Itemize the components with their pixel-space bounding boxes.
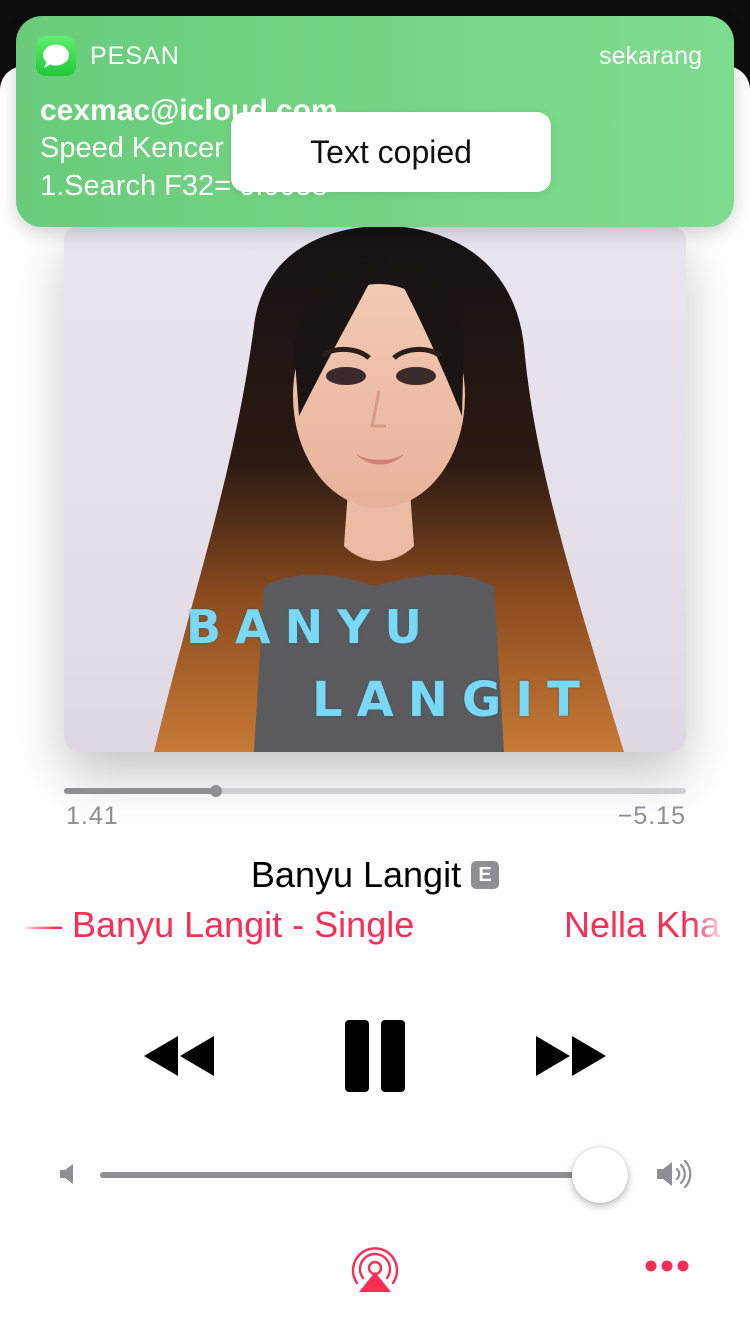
more-icon[interactable]	[644, 1258, 690, 1274]
airplay-icon[interactable]	[350, 1246, 400, 1294]
messages-app-icon	[36, 36, 76, 76]
speaker-low-icon	[60, 1164, 73, 1184]
artist-album-text: ma — Banyu Langit - Single	[18, 904, 415, 945]
marquee-fade-right	[692, 904, 728, 950]
transport-controls	[0, 1018, 750, 1094]
marquee-fade-left	[18, 904, 54, 950]
artist-album-marquee[interactable]: ma — Banyu Langit - Single Nella Kha	[0, 904, 750, 950]
song-title: Banyu Langit	[250, 854, 462, 895]
remaining-time: −5.15	[617, 802, 686, 830]
notification-time: sekarang	[599, 42, 702, 70]
progress-scrubber[interactable]	[64, 785, 686, 797]
rewind-button[interactable]	[142, 1018, 216, 1094]
pause-icon	[345, 1020, 405, 1092]
notification-body-line1: Speed Kencer	[40, 132, 224, 164]
elapsed-time: 1.41	[66, 802, 119, 830]
fast-forward-icon	[536, 1036, 606, 1076]
volume-knob[interactable]	[572, 1147, 628, 1203]
volume-fill	[100, 1172, 600, 1178]
song-title-row: Banyu Langit E	[0, 854, 750, 896]
rewind-icon	[144, 1036, 214, 1076]
artwork-title-line1: BANYU	[186, 600, 436, 654]
notification-app-name: PESAN	[90, 42, 180, 70]
speaker-high-icon	[657, 1159, 692, 1189]
volume-slider[interactable]	[100, 1147, 628, 1203]
explicit-badge: E	[471, 861, 500, 889]
progress-knob[interactable]	[210, 785, 223, 797]
text-copied-toast: Text copied	[231, 112, 551, 192]
album-artwork: BANYU LANGIT	[64, 226, 686, 752]
pause-button[interactable]	[343, 1018, 407, 1094]
artwork-title-line2: LANGIT	[312, 672, 594, 728]
now-playing-card: BANYU LANGIT 1.41 −5.15 Banyu Langit E ma…	[0, 66, 750, 1334]
fast-forward-button[interactable]	[534, 1018, 608, 1094]
progress-fill	[64, 788, 217, 794]
